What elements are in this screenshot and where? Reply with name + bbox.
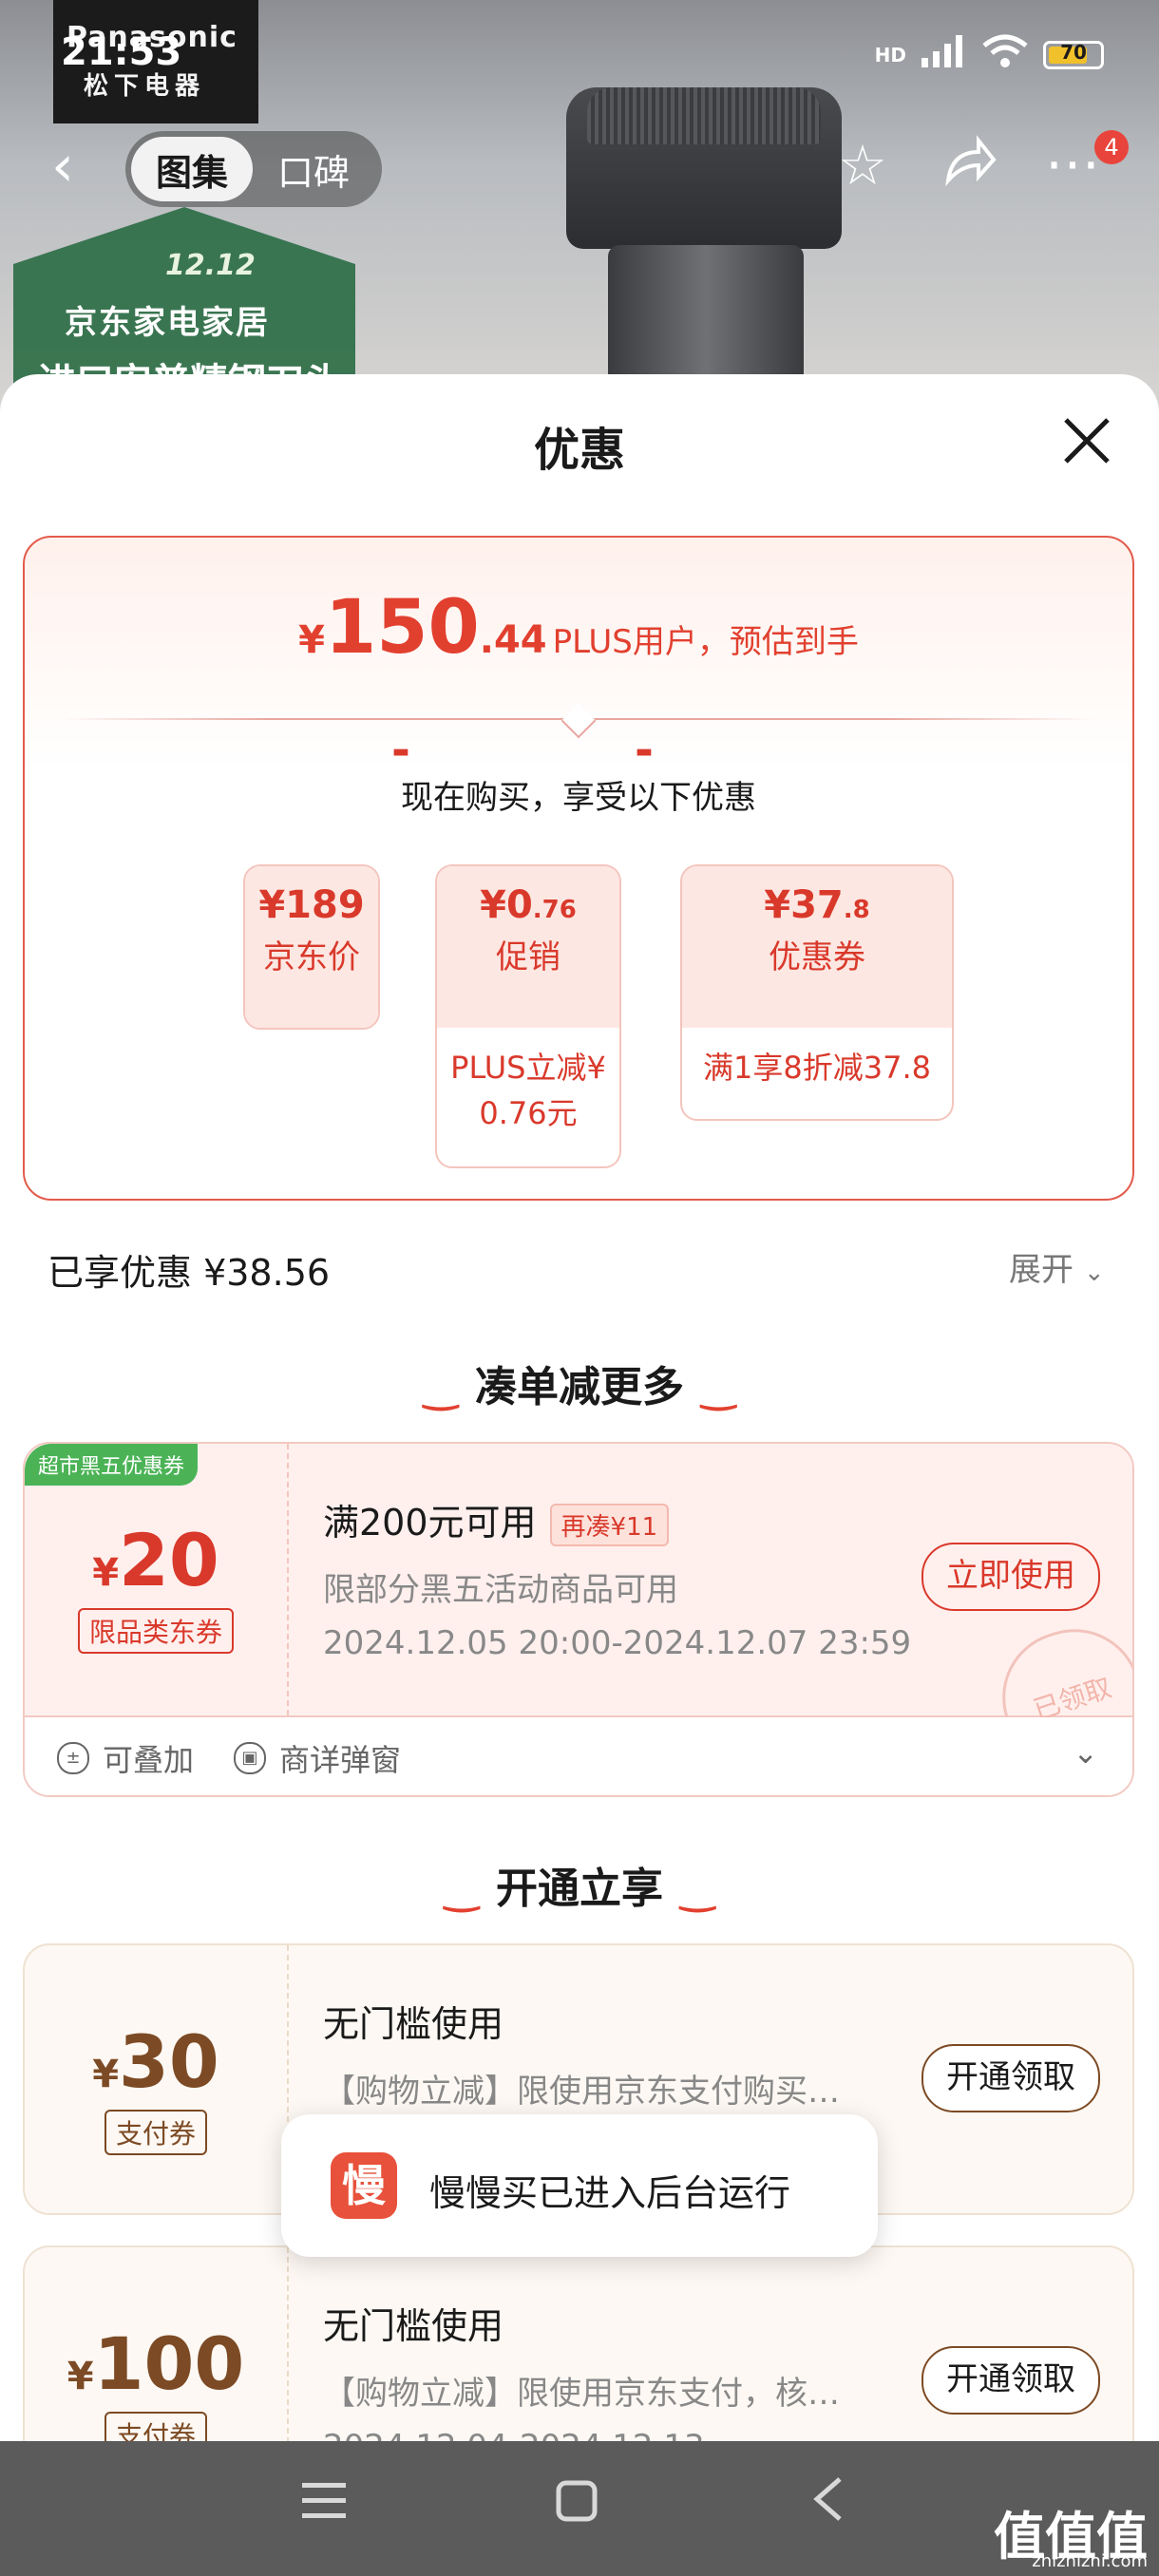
section-title-more: ‿ 凑单减更多 ‿ bbox=[0, 1353, 1159, 1413]
chip-label: 促销 bbox=[496, 938, 560, 976]
app-icon: 慢 bbox=[331, 2152, 397, 2219]
coupon-amount: 20 bbox=[119, 1518, 219, 1602]
popup-icon: ▣ bbox=[234, 1742, 266, 1774]
coupon-type-tag: 支付券 bbox=[104, 2110, 207, 2155]
chip-amount: ¥0 bbox=[480, 883, 533, 927]
price-currency: ¥ bbox=[298, 618, 325, 662]
chevron-down-icon: ⌄ bbox=[1083, 1259, 1105, 1287]
coupon-amount-panel: ¥30 支付券 bbox=[25, 1945, 289, 2213]
foot-label: 商详弹窗 bbox=[279, 1742, 402, 1778]
price-chip-coupon: ¥37.8 优惠券 满1享8折减37.8 bbox=[680, 864, 954, 1121]
chip-desc: 满1享8折减37.8 bbox=[703, 1050, 931, 1086]
smile-deco-icon: ‿ bbox=[444, 1865, 479, 1913]
back-nav-icon[interactable] bbox=[809, 2475, 847, 2532]
tab-gallery[interactable]: 图集 bbox=[131, 137, 254, 201]
share-icon[interactable] bbox=[942, 133, 998, 201]
coupon-currency: ¥ bbox=[92, 2053, 120, 2096]
price-integer: 150 bbox=[324, 585, 480, 671]
shaver-foil-image bbox=[587, 87, 821, 144]
divider-notch bbox=[560, 703, 597, 739]
coupon-title: 无门槛使用 bbox=[323, 2003, 504, 2045]
chip-label: 优惠券 bbox=[769, 938, 865, 976]
section-title-text: 开通立享 bbox=[496, 1865, 663, 1913]
smile-deco-icon: ‿ bbox=[701, 1363, 736, 1411]
use-now-button[interactable]: 立即使用 bbox=[922, 1543, 1100, 1611]
close-icon[interactable] bbox=[1062, 416, 1112, 475]
back-arrow-icon[interactable]: ‹ bbox=[51, 138, 74, 195]
coupon-body: ¥20 限品类东券 超市黑五优惠券 满200元可用 再凑¥11 限部分黑五活动商品… bbox=[25, 1444, 1132, 1787]
section-title-text: 凑单减更多 bbox=[475, 1363, 684, 1411]
coupon-type-tag: 限品类东券 bbox=[77, 1608, 234, 1654]
expand-label: 展开 bbox=[1009, 1251, 1074, 1289]
coupon-validity: 2024.12.05 20:00-2024.12.07 23:59 bbox=[323, 1624, 912, 1662]
home-icon[interactable] bbox=[555, 2475, 598, 2532]
coupon-amount: 100 bbox=[93, 2321, 245, 2406]
popup-info: ▣ 商详弹窗 bbox=[234, 1736, 401, 1780]
price-summary-card: ¥150.44 PLUS用户，预估到手 现在购买，享受以下优惠 ¥189 京东价 … bbox=[23, 536, 1134, 1201]
chip-amount: ¥189 bbox=[258, 883, 365, 927]
status-icons: HD 70 bbox=[875, 34, 1104, 76]
sheet-title: 优惠 bbox=[533, 424, 625, 477]
watermark-url: zhizhizhi.com bbox=[1032, 2551, 1148, 2571]
coupon-title: 满200元可用 再凑¥11 bbox=[323, 1493, 670, 1546]
star-favorite-icon[interactable]: ☆ bbox=[838, 133, 887, 198]
battery-level: 70 bbox=[1060, 41, 1087, 64]
open-claim-button[interactable]: 开通领取 bbox=[922, 2044, 1100, 2112]
system-nav-bar bbox=[0, 2441, 1159, 2576]
chevron-down-icon[interactable]: ⌄ bbox=[1073, 1734, 1098, 1771]
price-decimal: .44 bbox=[479, 618, 547, 662]
promo-date: 12.12 bbox=[165, 249, 256, 282]
price-chip-jd: ¥189 京东价 bbox=[243, 864, 380, 1030]
network-label: HD bbox=[874, 44, 906, 66]
chip-amount: ¥37 bbox=[764, 883, 844, 927]
status-time: 21:53 bbox=[61, 30, 182, 74]
background-toast: 慢 慢慢买已进入后台运行 bbox=[281, 2114, 878, 2257]
chip-desc: PLUS立减¥ 0.76元 bbox=[450, 1050, 606, 1131]
stackable-info: ± 可叠加 bbox=[57, 1736, 194, 1780]
coupon-card-supermarket: ¥20 限品类东券 超市黑五优惠券 满200元可用 再凑¥11 限部分黑五活动商品… bbox=[23, 1442, 1134, 1797]
minus-sign: - bbox=[635, 724, 654, 777]
expand-toggle[interactable]: 展开 ⌄ bbox=[1009, 1243, 1105, 1290]
more-badge: 4 bbox=[1094, 130, 1129, 164]
coupon-currency: ¥ bbox=[92, 1551, 120, 1595]
coupon-scope: 【购物立减】限使用京东支付，核… bbox=[323, 2375, 840, 2413]
promo-title: 京东家电家居 bbox=[65, 304, 270, 342]
buy-now-text: 现在购买，享受以下优惠 bbox=[401, 779, 756, 817]
coupon-footer: ± 可叠加 ▣ 商详弹窗 ⌄ bbox=[25, 1717, 1132, 1795]
signal-icon bbox=[922, 35, 967, 75]
estimated-price: ¥150.44 PLUS用户，预估到手 bbox=[25, 585, 1132, 671]
coupon-title-text: 满200元可用 bbox=[323, 1502, 537, 1544]
foot-label: 可叠加 bbox=[103, 1742, 195, 1778]
saved-total: 已享优惠 ¥38.56 bbox=[48, 1252, 331, 1294]
coupon-scope: 【购物立减】限使用京东支付购买… bbox=[323, 2073, 840, 2111]
coupon-currency: ¥ bbox=[66, 2355, 94, 2398]
price-note: PLUS用户，预估到手 bbox=[552, 623, 859, 661]
stack-icon: ± bbox=[57, 1742, 89, 1774]
coupon-amount: 30 bbox=[119, 2019, 219, 2104]
minus-sign: - bbox=[391, 724, 410, 777]
chip-label: 京东价 bbox=[263, 938, 360, 976]
smile-deco-icon: ‿ bbox=[423, 1363, 458, 1411]
coupon-corner-tag: 超市黑五优惠券 bbox=[25, 1444, 199, 1486]
price-chip-promo: ¥0.76 促销 PLUS立减¥ 0.76元 bbox=[435, 864, 621, 1168]
gallery-tabs: 图集 口碑 bbox=[125, 131, 382, 207]
coupon-scope: 限部分黑五活动商品可用 bbox=[323, 1571, 678, 1609]
tab-reviews[interactable]: 口碑 bbox=[253, 137, 374, 201]
more-icon[interactable]: ⋯ bbox=[1045, 131, 1100, 196]
wifi-icon bbox=[982, 34, 1028, 76]
chip-amount-dec: .8 bbox=[843, 896, 870, 924]
open-claim-button[interactable]: 开通领取 bbox=[922, 2346, 1100, 2415]
battery-icon: 70 bbox=[1043, 41, 1104, 69]
menu-icon[interactable] bbox=[300, 2475, 348, 2532]
toast-text: 慢慢买已进入后台运行 bbox=[429, 2172, 791, 2214]
section-title-open: ‿ 开通立享 ‿ bbox=[0, 1854, 1159, 1915]
chip-amount-dec: .76 bbox=[532, 896, 577, 924]
smile-deco-icon: ‿ bbox=[680, 1865, 715, 1913]
coupon-title: 无门槛使用 bbox=[323, 2305, 504, 2347]
coupon-gap-chip: 再凑¥11 bbox=[549, 1504, 670, 1546]
